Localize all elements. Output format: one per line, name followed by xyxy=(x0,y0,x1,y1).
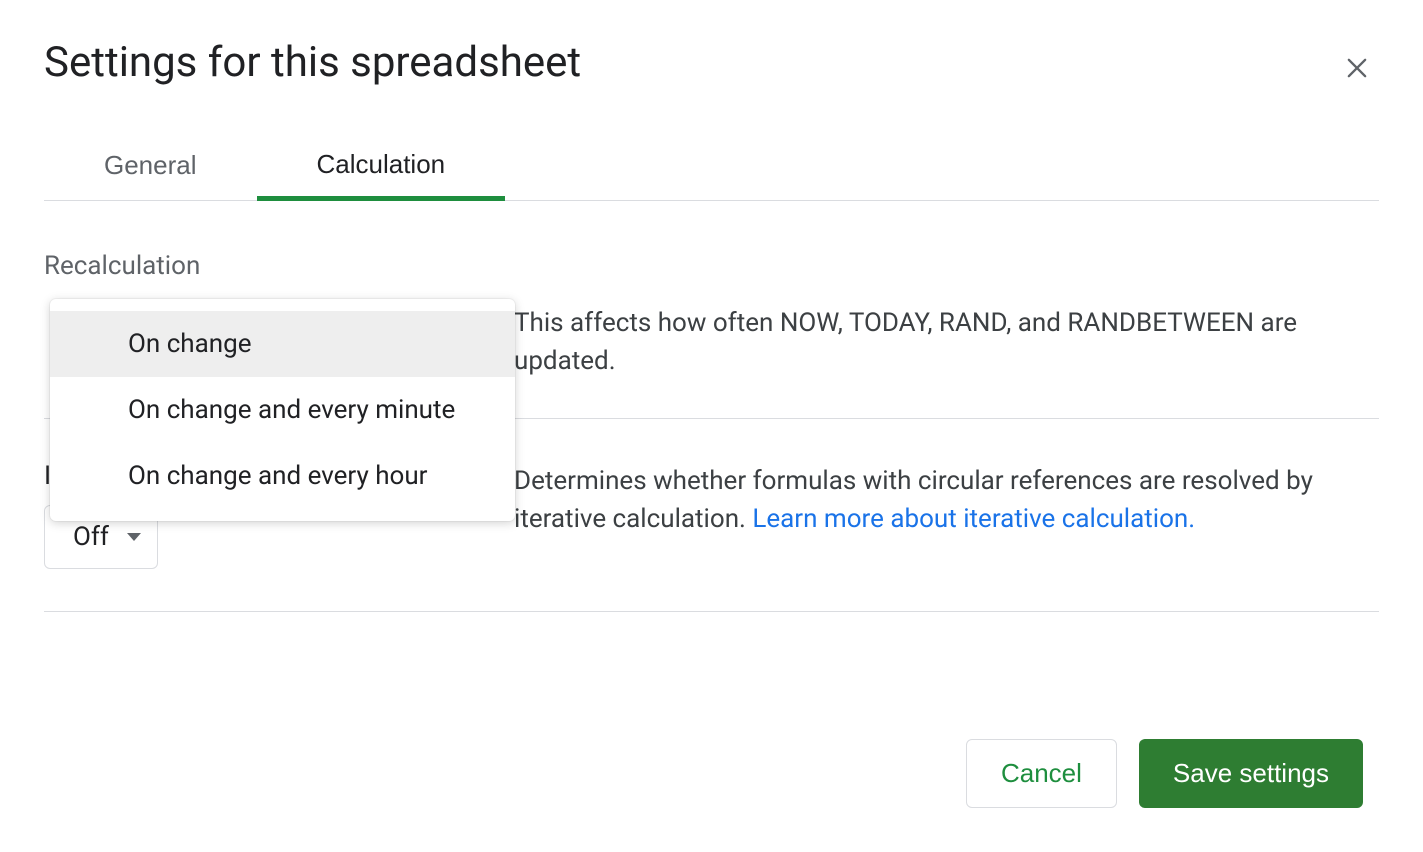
title-row: Settings for this spreadsheet xyxy=(44,30,1379,105)
recalculation-description: This affects how often NOW, TODAY, RAND,… xyxy=(514,305,1379,380)
cancel-button[interactable]: Cancel xyxy=(966,739,1117,808)
content: Recalculation On change On change and ev… xyxy=(44,201,1379,612)
settings-dialog: Settings for this spreadsheet General Ca… xyxy=(0,0,1423,852)
close-button[interactable] xyxy=(1335,46,1379,90)
iterative-description: Determines whether formulas with circula… xyxy=(514,463,1379,538)
tabs: General Calculation xyxy=(44,135,1379,201)
close-icon xyxy=(1343,54,1371,82)
caret-down-icon xyxy=(127,533,141,541)
tab-general[interactable]: General xyxy=(44,135,257,201)
iterative-right: Determines whether formulas with circula… xyxy=(514,457,1379,569)
iterative-select-value: Off xyxy=(73,522,109,552)
save-settings-button[interactable]: Save settings xyxy=(1139,739,1363,808)
recalculation-section: Recalculation On change On change and ev… xyxy=(44,251,1379,419)
recalculation-right: This affects how often NOW, TODAY, RAND,… xyxy=(514,251,1379,380)
recalc-option-on-change[interactable]: On change xyxy=(50,311,515,377)
recalculation-label: Recalculation xyxy=(44,251,514,281)
recalc-option-every-minute[interactable]: On change and every minute xyxy=(50,377,515,443)
recalculation-left: Recalculation On change On change and ev… xyxy=(44,251,514,380)
dialog-title: Settings for this spreadsheet xyxy=(44,30,581,105)
footer: Cancel Save settings xyxy=(966,739,1363,808)
recalc-option-every-hour[interactable]: On change and every hour xyxy=(50,443,515,509)
recalculation-dropdown-menu: On change On change and every minute On … xyxy=(50,299,515,521)
iterative-learn-more-link[interactable]: Learn more about iterative calculation. xyxy=(752,504,1195,534)
tab-calculation[interactable]: Calculation xyxy=(257,135,506,201)
